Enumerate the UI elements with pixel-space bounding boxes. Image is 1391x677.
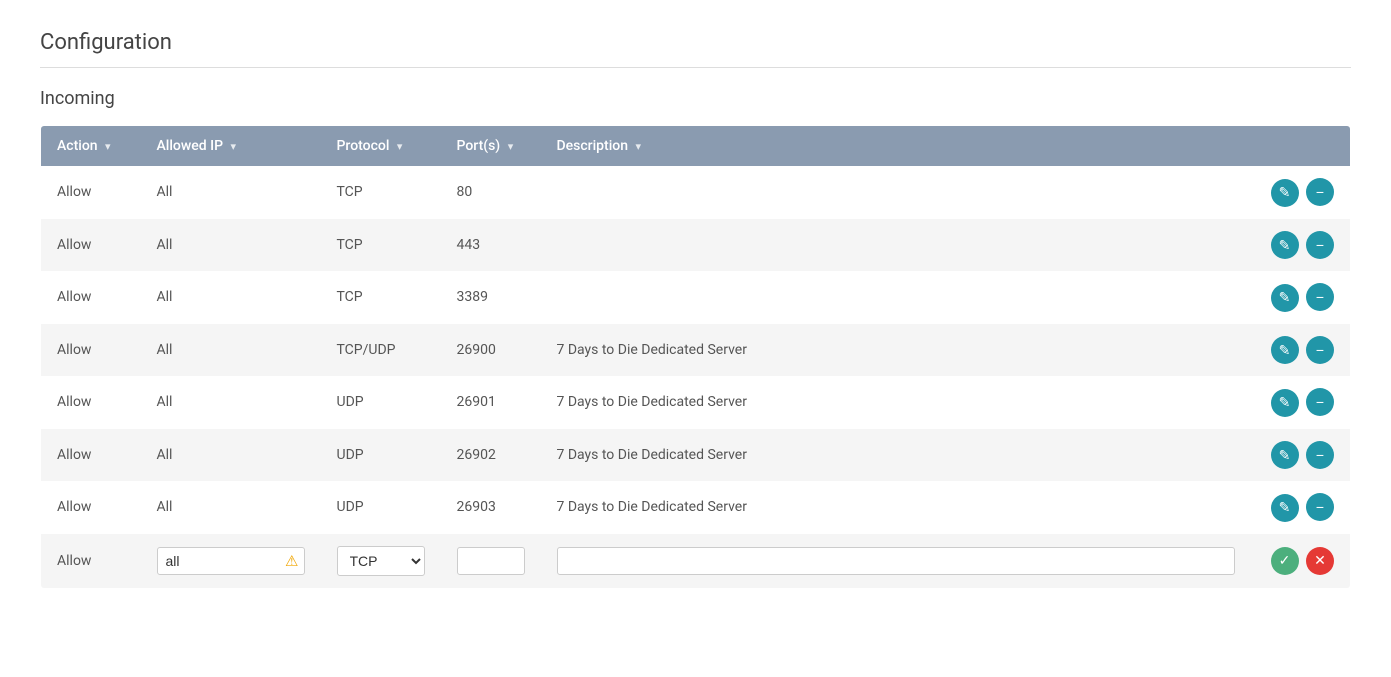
page-container: Configuration Incoming Action ▾ Allowed … bbox=[0, 0, 1391, 619]
table-row: Allow All UDP 26902 7 Days to Die Dedica… bbox=[41, 429, 1351, 482]
sort-arrow-action: ▾ bbox=[105, 140, 111, 153]
cell-ports: 443 bbox=[441, 219, 541, 272]
edit-button[interactable]: ✎ bbox=[1271, 336, 1299, 364]
cell-action: Allow bbox=[41, 481, 141, 534]
cell-description: 7 Days to Die Dedicated Server bbox=[541, 376, 1251, 429]
cell-ports: 26901 bbox=[441, 376, 541, 429]
description-input[interactable] bbox=[557, 547, 1235, 575]
cell-row-actions: ✎ − bbox=[1251, 429, 1351, 482]
cell-action: Allow bbox=[41, 219, 141, 272]
cell-description bbox=[541, 166, 1251, 219]
cell-ports: 80 bbox=[441, 166, 541, 219]
header-description[interactable]: Description ▾ bbox=[541, 126, 1251, 167]
section-title: Incoming bbox=[40, 88, 1351, 109]
cell-allowed-ip: All bbox=[141, 166, 321, 219]
cell-allowed-ip: All bbox=[141, 219, 321, 272]
cell-protocol: TCP bbox=[321, 271, 441, 324]
cell-description: 7 Days to Die Dedicated Server bbox=[541, 481, 1251, 534]
cell-row-actions: ✎ − bbox=[1251, 166, 1351, 219]
table-body: Allow All TCP 80 ✎ − Allow All TCP 443 ✎… bbox=[41, 166, 1351, 588]
cell-allowed-ip: All bbox=[141, 376, 321, 429]
cell-action: Allow bbox=[41, 324, 141, 377]
remove-button[interactable]: − bbox=[1306, 231, 1334, 259]
cell-protocol: TCP/UDP bbox=[321, 324, 441, 377]
confirm-button[interactable]: ✓ bbox=[1271, 547, 1299, 575]
table-row: Allow All TCP/UDP 26900 7 Days to Die De… bbox=[41, 324, 1351, 377]
cell-action: Allow bbox=[41, 166, 141, 219]
cell-row-actions: ✎ − bbox=[1251, 481, 1351, 534]
cell-allowed-ip: All bbox=[141, 429, 321, 482]
remove-button[interactable]: − bbox=[1306, 388, 1334, 416]
cell-description bbox=[541, 219, 1251, 272]
header-actions-btn bbox=[1251, 126, 1351, 167]
edit-button[interactable]: ✎ bbox=[1271, 231, 1299, 259]
table-row: Allow All TCP 443 ✎ − bbox=[41, 219, 1351, 272]
table-row: Allow All TCP 80 ✎ − bbox=[41, 166, 1351, 219]
cell-allowed-ip: All bbox=[141, 481, 321, 534]
edit-button[interactable]: ✎ bbox=[1271, 284, 1299, 312]
header-allowed-ip[interactable]: Allowed IP ▾ bbox=[141, 126, 321, 167]
cell-allowed-ip: All bbox=[141, 324, 321, 377]
new-row-allowed-ip-cell: ⚠ bbox=[141, 534, 321, 589]
ports-input[interactable] bbox=[457, 547, 525, 575]
new-row-description-cell bbox=[541, 534, 1251, 589]
cell-row-actions: ✎ − bbox=[1251, 324, 1351, 377]
cell-action: Allow bbox=[41, 376, 141, 429]
cancel-button[interactable]: ✕ bbox=[1306, 547, 1334, 575]
protocol-select[interactable]: TCPUDPTCP/UDP bbox=[337, 546, 425, 576]
cell-protocol: UDP bbox=[321, 481, 441, 534]
cell-protocol: TCP bbox=[321, 219, 441, 272]
cell-protocol: UDP bbox=[321, 376, 441, 429]
cell-row-actions: ✎ − bbox=[1251, 219, 1351, 272]
sort-arrow-ports: ▾ bbox=[508, 140, 514, 153]
remove-button[interactable]: − bbox=[1306, 493, 1334, 521]
cell-ports: 26903 bbox=[441, 481, 541, 534]
remove-button[interactable]: − bbox=[1306, 178, 1334, 206]
edit-button[interactable]: ✎ bbox=[1271, 441, 1299, 469]
cell-allowed-ip: All bbox=[141, 271, 321, 324]
cell-ports: 3389 bbox=[441, 271, 541, 324]
allowed-ip-input[interactable] bbox=[157, 547, 305, 575]
cell-action: Allow bbox=[41, 271, 141, 324]
cell-row-actions: ✎ − bbox=[1251, 376, 1351, 429]
page-title: Configuration bbox=[40, 30, 1351, 55]
remove-button[interactable]: − bbox=[1306, 441, 1334, 469]
header-protocol[interactable]: Protocol ▾ bbox=[321, 126, 441, 167]
edit-button[interactable]: ✎ bbox=[1271, 179, 1299, 207]
cell-description: 7 Days to Die Dedicated Server bbox=[541, 429, 1251, 482]
new-row-protocol-cell: TCPUDPTCP/UDP bbox=[321, 534, 441, 589]
new-row-actions: ✓ ✕ bbox=[1251, 534, 1351, 589]
edit-button[interactable]: ✎ bbox=[1271, 389, 1299, 417]
header-action[interactable]: Action ▾ bbox=[41, 126, 141, 167]
table-row: Allow All UDP 26903 7 Days to Die Dedica… bbox=[41, 481, 1351, 534]
table-row: Allow All TCP 3389 ✎ − bbox=[41, 271, 1351, 324]
cell-description: 7 Days to Die Dedicated Server bbox=[541, 324, 1251, 377]
cell-action: Allow bbox=[41, 429, 141, 482]
cell-protocol: UDP bbox=[321, 429, 441, 482]
edit-button[interactable]: ✎ bbox=[1271, 494, 1299, 522]
new-row-action: Allow bbox=[41, 534, 141, 589]
firewall-table: Action ▾ Allowed IP ▾ Protocol ▾ Port(s)… bbox=[40, 125, 1351, 589]
cell-protocol: TCP bbox=[321, 166, 441, 219]
header-ports[interactable]: Port(s) ▾ bbox=[441, 126, 541, 167]
sort-arrow-allowed-ip: ▾ bbox=[231, 140, 237, 153]
table-header: Action ▾ Allowed IP ▾ Protocol ▾ Port(s)… bbox=[41, 126, 1351, 167]
new-row: Allow ⚠ TCPUDPTCP/UDP ✓ ✕ bbox=[41, 534, 1351, 589]
new-row-ports-cell bbox=[441, 534, 541, 589]
cell-ports: 26900 bbox=[441, 324, 541, 377]
table-row: Allow All UDP 26901 7 Days to Die Dedica… bbox=[41, 376, 1351, 429]
cell-ports: 26902 bbox=[441, 429, 541, 482]
section-divider bbox=[40, 67, 1351, 68]
sort-arrow-protocol: ▾ bbox=[397, 140, 403, 153]
remove-button[interactable]: − bbox=[1306, 336, 1334, 364]
remove-button[interactable]: − bbox=[1306, 283, 1334, 311]
cell-description bbox=[541, 271, 1251, 324]
sort-arrow-description: ▾ bbox=[636, 140, 642, 153]
cell-row-actions: ✎ − bbox=[1251, 271, 1351, 324]
